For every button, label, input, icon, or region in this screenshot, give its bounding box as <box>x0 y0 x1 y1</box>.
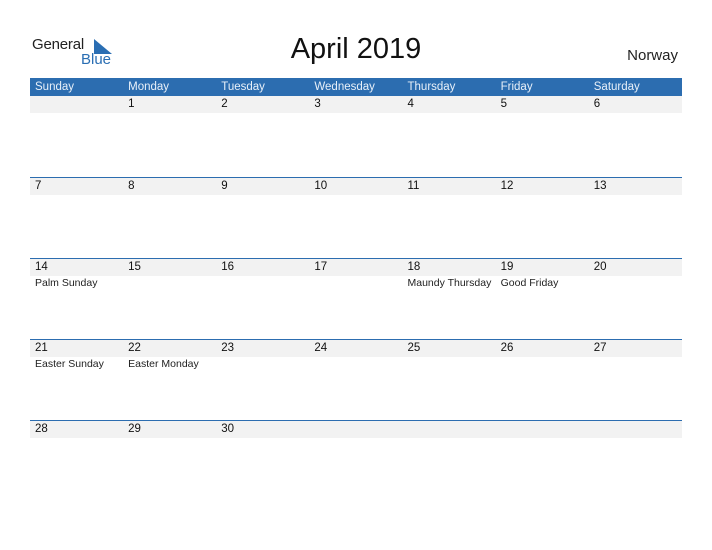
day-number: 10 <box>314 180 328 192</box>
day-number <box>309 421 402 438</box>
week-row: 21 22 23 24 25 26 27 Easter Sunday Easter Monday <box>30 339 682 420</box>
day-number: 16 <box>221 261 235 273</box>
week-row: 14 15 16 17 18 19 20 Palm Sunday Maundy Thursday… <box>30 258 682 339</box>
date-strip: 21 22 23 24 25 26 27 <box>30 340 682 357</box>
day-number: 2 <box>221 98 228 110</box>
day-number: 27 <box>593 342 607 354</box>
holiday-label <box>309 357 402 371</box>
day-number: 9 <box>221 180 228 192</box>
day-number: 3 <box>314 98 321 110</box>
holiday-label <box>589 276 682 290</box>
holiday-label: Palm Sunday <box>35 277 98 289</box>
weekday-header: Sunday Monday Tuesday Wednesday Thursday… <box>30 78 682 96</box>
day-number <box>403 421 496 438</box>
day-number: 29 <box>128 423 141 435</box>
holiday-label <box>403 357 496 371</box>
holiday-label <box>216 276 309 290</box>
date-strip: 1 2 3 4 5 6 <box>30 96 682 113</box>
holiday-label <box>123 276 216 290</box>
events-row: Palm Sunday Maundy Thursday Good Friday <box>30 276 682 290</box>
week-row: 7 8 9 10 11 12 13 <box>30 177 682 258</box>
day-number: 7 <box>35 180 42 192</box>
week-row: 1 2 3 4 5 6 <box>30 96 682 177</box>
day-number: 23 <box>221 342 235 354</box>
weekday-tuesday: Tuesday <box>221 81 265 93</box>
holiday-label: Easter Monday <box>128 358 199 370</box>
day-number: 1 <box>128 98 135 110</box>
day-number: 26 <box>500 342 514 354</box>
day-number: 22 <box>128 342 141 354</box>
holiday-label <box>589 357 682 371</box>
weekday-wednesday: Wednesday <box>314 81 375 93</box>
day-number: 17 <box>314 261 328 273</box>
weekday-saturday: Saturday <box>593 81 640 93</box>
date-strip: 14 15 16 17 18 19 20 <box>30 259 682 276</box>
day-number: 21 <box>35 342 48 354</box>
day-number: 15 <box>128 261 141 273</box>
weekday-thursday: Thursday <box>407 81 456 93</box>
holiday-label <box>496 357 589 371</box>
day-number <box>496 421 589 438</box>
day-number: 18 <box>407 261 421 273</box>
day-number: 20 <box>593 261 607 273</box>
weekday-monday: Monday <box>128 81 170 93</box>
day-number: 6 <box>593 98 601 110</box>
country-label: Norway <box>627 47 678 64</box>
day-number: 13 <box>593 180 607 192</box>
weekday-friday: Friday <box>500 81 533 93</box>
day-number: 5 <box>500 98 508 110</box>
day-number: 19 <box>500 261 514 273</box>
holiday-label: Easter Sunday <box>35 358 104 370</box>
calendar-grid: Sunday Monday Tuesday Wednesday Thursday… <box>30 78 682 501</box>
day-number: 8 <box>128 180 135 192</box>
date-strip: 28 29 30 <box>30 421 682 438</box>
holiday-label: Good Friday <box>500 277 559 289</box>
day-number: 11 <box>407 180 420 192</box>
day-number <box>30 96 123 113</box>
day-number: 12 <box>500 180 514 192</box>
calendar-title: April 2019 <box>290 33 422 65</box>
holiday-label <box>309 276 402 290</box>
day-number: 30 <box>221 423 235 435</box>
holiday-label <box>216 357 309 371</box>
week-row: 28 29 30 <box>30 420 682 501</box>
day-number: 4 <box>407 98 414 110</box>
date-strip: 7 8 9 10 11 12 13 <box>30 178 682 195</box>
weekday-sunday: Sunday <box>35 81 75 93</box>
events-row: Easter Sunday Easter Monday <box>30 357 682 371</box>
day-number <box>589 421 682 438</box>
day-number: 28 <box>35 423 48 435</box>
day-number: 24 <box>314 342 328 354</box>
day-number: 25 <box>407 342 421 354</box>
day-number: 14 <box>35 261 48 273</box>
holiday-label: Maundy Thursday <box>407 277 492 289</box>
